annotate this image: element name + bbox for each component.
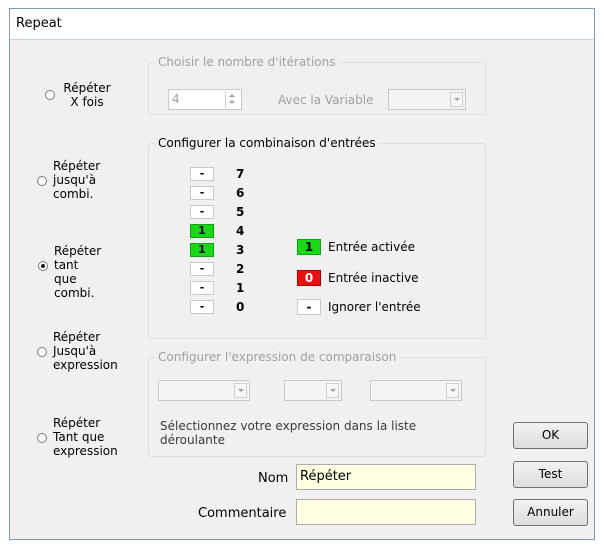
- test-button[interactable]: Test: [513, 461, 588, 488]
- legend-swatch-active: 1: [297, 239, 321, 255]
- input-bit-toggle[interactable]: -: [190, 300, 214, 314]
- dropdown-arrow-icon[interactable]: [326, 383, 339, 398]
- radio-button-selected[interactable]: [38, 261, 48, 271]
- input-bit-toggle[interactable]: -: [190, 262, 214, 276]
- input-bit-number: 4: [236, 224, 245, 238]
- radio-button[interactable]: [45, 90, 55, 100]
- repeat-dialog: Repeat Répéter X fois Répéter jusqu'à co…: [9, 8, 595, 540]
- legend-label-active: Entrée activée: [328, 240, 415, 254]
- mode-label-line: Répéter: [54, 244, 102, 258]
- mode-label-line: combi.: [53, 187, 94, 201]
- combination-legend: Configurer la combinaison d'entrées: [158, 136, 376, 150]
- input-bit-toggle[interactable]: 1: [190, 243, 214, 257]
- dropdown-arrow-icon[interactable]: [450, 92, 463, 107]
- mode-label-line: tant que: [54, 258, 79, 286]
- input-bit-number: 2: [236, 262, 245, 276]
- input-bit-toggle[interactable]: -: [190, 167, 214, 181]
- mode-label-line: Répéter: [53, 416, 101, 430]
- input-bit-number: 6: [236, 186, 245, 200]
- mode-label-line: Répéter: [63, 81, 111, 95]
- mode-label-line: Tant que: [53, 430, 105, 444]
- input-bit-toggle[interactable]: -: [190, 186, 214, 200]
- mode-label-line: combi.: [54, 286, 95, 300]
- name-field[interactable]: Répéter: [296, 464, 476, 490]
- input-bit-number: 1: [236, 281, 245, 295]
- legend-label-inactive: Entrée inactive: [328, 271, 419, 285]
- expression-legend: Configurer l'expression de comparaison: [158, 350, 397, 364]
- mode-label-line: jusqu'à: [53, 173, 97, 187]
- window-title: Repeat: [16, 16, 62, 31]
- expression-operand-right-select[interactable]: [370, 380, 462, 401]
- ok-button[interactable]: OK: [513, 422, 588, 449]
- mode-label-line: Jusqu'à: [53, 344, 97, 358]
- legend-swatch-ignore: -: [297, 299, 321, 315]
- dropdown-arrow-icon[interactable]: [446, 383, 459, 398]
- title-bar: Repeat: [10, 9, 594, 40]
- mode-label-line: Répéter: [53, 159, 101, 173]
- input-bit-toggle[interactable]: -: [190, 205, 214, 219]
- legend-label-ignore: Ignorer l'entrée: [328, 300, 421, 314]
- input-bit-toggle[interactable]: 1: [190, 224, 214, 238]
- radio-button[interactable]: [37, 347, 47, 357]
- input-bit-number: 3: [236, 243, 245, 257]
- input-bit-number: 0: [236, 300, 245, 314]
- mode-label-line: Répéter: [53, 330, 101, 344]
- mode-label-line: expression: [53, 444, 118, 458]
- name-label: Nom: [258, 471, 289, 486]
- comment-field[interactable]: [296, 499, 476, 525]
- spinner-up-icon[interactable]: [229, 94, 235, 97]
- cancel-button[interactable]: Annuler: [513, 499, 588, 526]
- expression-operand-left-select[interactable]: [158, 380, 250, 401]
- comment-label: Commentaire: [198, 506, 287, 521]
- radio-button[interactable]: [37, 433, 47, 443]
- expression-help-line: déroulante: [160, 433, 225, 447]
- input-bit-number: 7: [236, 167, 245, 181]
- mode-label-line: X fois: [70, 95, 104, 109]
- variable-label: Avec la Variable: [278, 93, 374, 107]
- radio-button[interactable]: [37, 176, 47, 186]
- legend-swatch-inactive: 0: [297, 270, 321, 286]
- mode-label-line: expression: [53, 358, 118, 372]
- input-bit-toggle[interactable]: -: [190, 281, 214, 295]
- input-bit-number: 5: [236, 205, 245, 219]
- expression-help-text: Sélectionnez votre expression dans la li…: [160, 419, 416, 447]
- spinner-arrows-icon[interactable]: [225, 91, 240, 108]
- iterations-legend: Choisir le nombre d'itérations: [158, 55, 336, 69]
- expression-help-line: Sélectionnez votre expression dans la li…: [160, 419, 417, 433]
- iterations-count-spinner[interactable]: 4: [168, 89, 242, 110]
- spinner-down-icon[interactable]: [229, 101, 235, 104]
- variable-select[interactable]: [388, 89, 466, 110]
- dropdown-arrow-icon[interactable]: [234, 383, 247, 398]
- iterations-count-value: 4: [172, 92, 180, 106]
- expression-operator-select[interactable]: [284, 380, 342, 401]
